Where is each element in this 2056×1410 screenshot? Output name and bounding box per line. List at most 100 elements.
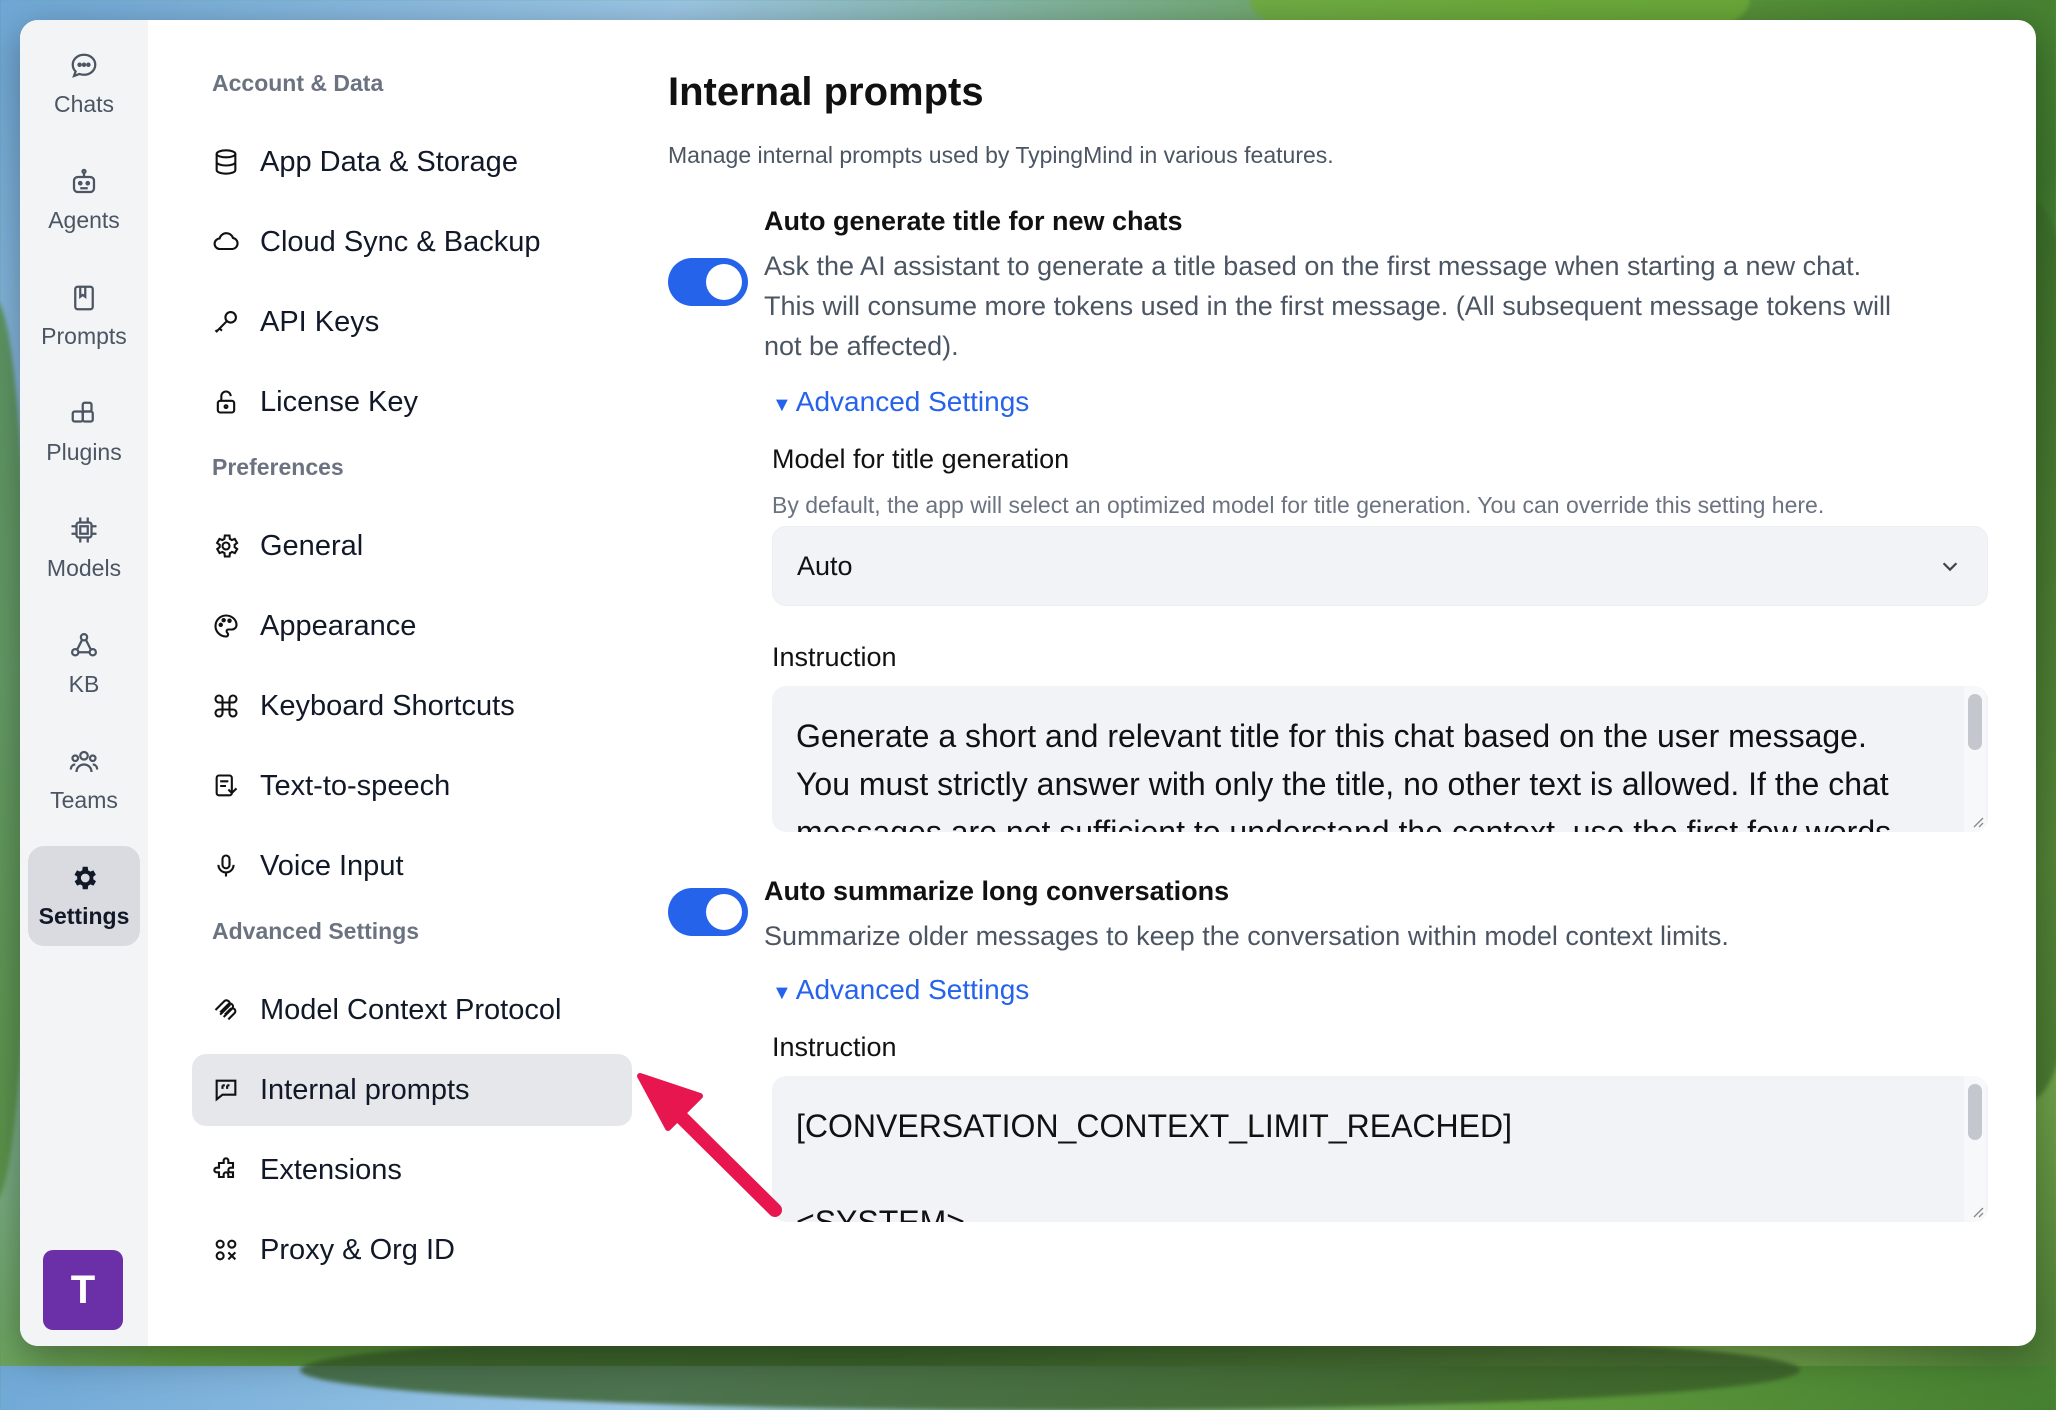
book-icon [74, 285, 94, 310]
nav-item-license-key[interactable]: License Key [192, 366, 632, 438]
puzzle-icon [213, 1157, 235, 1179]
option-description: Summarize older messages to keep the con… [764, 921, 1729, 951]
nav-item-cloud-sync[interactable]: Cloud Sync & Backup [192, 206, 632, 278]
nav-section-title: Advanced Settings [212, 918, 420, 944]
nav-item-label: API Keys [260, 305, 380, 338]
nav-item-label: Model Context Protocol [260, 993, 562, 1026]
nav-item-label: License Key [260, 385, 418, 418]
rail-label: KB [68, 670, 100, 697]
instruction-line: messages are not sufficient to understan… [796, 814, 1892, 832]
command-icon [214, 694, 238, 718]
rail-label: Models [46, 554, 122, 581]
description-line: Ask the AI assistant to generate a title… [764, 251, 1862, 281]
instruction-line: You must strictly answer with only the t… [796, 766, 1889, 802]
mcp-icon [214, 999, 237, 1021]
rail-label: Settings [38, 902, 130, 929]
nav-item-voice-input[interactable]: Voice Input [192, 830, 632, 902]
nav-item-text-to-speech[interactable]: Text-to-speech [192, 750, 632, 822]
database-icon [215, 149, 237, 175]
advanced-settings-label: Advanced Settings [795, 974, 1030, 1005]
rail-item-settings[interactable]: Settings [28, 846, 140, 946]
nav-item-label: Proxy & Org ID [260, 1233, 455, 1266]
model-select[interactable]: Auto [772, 526, 1988, 606]
nav-item-extensions[interactable]: Extensions [192, 1134, 632, 1206]
option-description: Ask the AI assistant to generate a title… [764, 246, 2036, 366]
nav-item-label: Appearance [260, 609, 417, 642]
rail-label: Teams [50, 786, 118, 813]
advanced-settings-label: Advanced Settings [795, 386, 1030, 417]
chat-bubble-icon [71, 53, 97, 78]
quote-bubble-icon [215, 1079, 237, 1102]
people-icon [69, 750, 99, 772]
instruction-line: Generate a short and relevant title for … [796, 718, 1867, 754]
auto-title-toggle[interactable] [668, 258, 748, 306]
triangle-down-icon: ▼ [772, 394, 792, 416]
lock-icon [216, 390, 236, 414]
advanced-settings-toggle[interactable]: ▼ Advanced Settings [772, 974, 1029, 1006]
chip-icon [71, 517, 97, 542]
main-panel: Internal prompts Manage internal prompts… [668, 20, 2036, 1346]
rail-item-chats[interactable]: Chats [28, 34, 140, 134]
nav-item-api-keys[interactable]: API Keys [192, 286, 632, 358]
microphone-icon [217, 854, 235, 877]
instruction-line: [CONVERSATION_CONTEXT_LIMIT_REACHED] [796, 1108, 1512, 1144]
option-title: Auto generate title for new chats [764, 206, 1183, 236]
nav-item-label: General [260, 529, 364, 562]
page-subtitle: Manage internal prompts used by TypingMi… [668, 142, 1334, 168]
rail-item-teams[interactable]: Teams [28, 730, 140, 830]
nav-item-mcp[interactable]: Model Context Protocol [192, 974, 632, 1046]
description-line: This will consume more tokens used in th… [764, 291, 1891, 321]
settings-window: Chats Agents Prompts Plugins Models KB T… [20, 20, 2036, 1346]
nav-item-label: Text-to-speech [260, 769, 451, 802]
auto-summarize-toggle[interactable] [668, 888, 748, 936]
rail-item-plugins[interactable]: Plugins [28, 382, 140, 482]
nav-section-title: Preferences [212, 454, 344, 480]
rail-label: Prompts [41, 322, 127, 349]
option-title: Auto summarize long conversations [764, 876, 1230, 906]
rail-item-agents[interactable]: Agents [28, 150, 140, 250]
rail-label: Plugins [46, 438, 122, 465]
knowledge-base-icon [71, 632, 97, 656]
scrollbar-thumb[interactable] [1968, 694, 1982, 750]
nav-item-general[interactable]: General [192, 510, 632, 582]
palette-icon [214, 614, 238, 638]
model-field-help: By default, the app will select an optim… [772, 492, 1825, 518]
rail-label: Agents [48, 206, 120, 233]
summary-instruction-textarea[interactable]: [CONVERSATION_CONTEXT_LIMIT_REACHED] <SY… [772, 1076, 1988, 1222]
nav-item-label: Internal prompts [260, 1073, 470, 1106]
resize-handle-icon[interactable] [1970, 814, 1984, 828]
nav-item-appearance[interactable]: Appearance [192, 590, 632, 662]
nav-item-internal-prompts[interactable]: Internal prompts [192, 1054, 632, 1126]
instruction-line: <SYSTEM> [796, 1204, 965, 1222]
model-select-value: Auto [797, 550, 853, 581]
nav-item-app-data[interactable]: App Data & Storage [192, 126, 632, 198]
rail-item-models[interactable]: Models [28, 498, 140, 598]
app-rail: Chats Agents Prompts Plugins Models KB T… [20, 20, 148, 1346]
title-instruction-textarea[interactable]: Generate a short and relevant title for … [772, 686, 1988, 832]
chevron-down-icon [1942, 562, 1958, 572]
rail-item-prompts[interactable]: Prompts [28, 266, 140, 366]
instruction-label: Instruction [772, 1032, 897, 1062]
advanced-settings-toggle[interactable]: ▼ Advanced Settings [772, 386, 1029, 418]
resize-handle-icon[interactable] [1970, 1204, 1984, 1218]
agents-icon [72, 168, 96, 193]
nav-item-label: Extensions [260, 1153, 402, 1186]
nav-item-proxy[interactable]: Proxy & Org ID [192, 1214, 632, 1286]
speech-icon [215, 774, 238, 797]
scrollbar-thumb[interactable] [1968, 1084, 1982, 1140]
nav-item-label: Cloud Sync & Backup [260, 225, 541, 258]
nav-item-label: Voice Input [260, 849, 404, 882]
rail-item-kb[interactable]: KB [28, 614, 140, 714]
rail-label: Chats [53, 90, 115, 117]
plugin-icon [71, 401, 94, 423]
proxy-icon [215, 1239, 237, 1261]
triangle-down-icon: ▼ [772, 982, 792, 1004]
gear-icon [74, 866, 96, 889]
page-title: Internal prompts [668, 70, 984, 114]
instruction-label: Instruction [772, 642, 897, 672]
gear-icon [215, 534, 239, 558]
key-icon [214, 311, 237, 333]
nav-section-title: Account & Data [212, 70, 384, 96]
nav-item-keyboard-shortcuts[interactable]: Keyboard Shortcuts [192, 670, 632, 742]
user-avatar[interactable]: T [43, 1250, 123, 1330]
